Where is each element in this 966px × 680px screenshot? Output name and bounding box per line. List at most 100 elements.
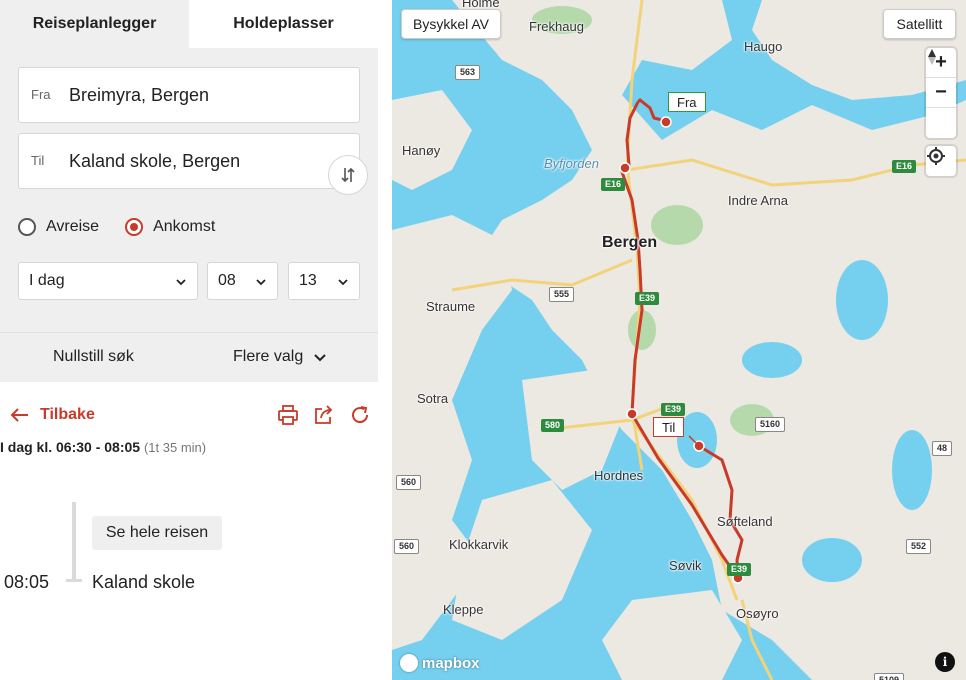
date-select-value: I dag	[29, 272, 65, 289]
trip-summary: I dag kl. 06:30 - 08:05 (1t 35 min)	[0, 439, 206, 455]
arrow-left-icon	[10, 408, 28, 422]
trip-duration: (1t 35 min)	[143, 440, 207, 455]
place-frekhaug: Frekhaug	[529, 19, 584, 34]
road-shield: 555	[549, 287, 575, 302]
radio-avreise[interactable]: Avreise	[18, 218, 99, 236]
place-osoyro: Osøyro	[736, 606, 779, 621]
more-options-label: Flere valg	[233, 348, 304, 365]
chevron-down-icon	[314, 354, 326, 362]
back-button[interactable]: Tilbake	[10, 404, 95, 426]
attribution-info-button[interactable]: i	[935, 652, 955, 672]
place-straume: Straume	[426, 299, 476, 314]
trip-summary-time: I dag kl. 06:30 - 08:05	[0, 439, 141, 455]
timeline-end-cap	[66, 579, 82, 582]
compass-icon	[928, 49, 936, 65]
share-button[interactable]	[313, 404, 335, 426]
mapbox-icon	[400, 654, 418, 672]
road-shield: 560	[394, 539, 420, 554]
see-whole-trip-button[interactable]: Se hele reisen	[92, 516, 222, 550]
zoom-controls: + −	[926, 48, 956, 138]
arrival-stop: Kaland skole	[92, 572, 196, 592]
road-shield: 5109	[874, 673, 905, 680]
trip-planner-panel: Reiseplanlegger Holdeplasser Fra Breimyr…	[0, 0, 392, 680]
tab-reiseplanlegger[interactable]: Reiseplanlegger	[0, 0, 189, 48]
swap-arrows-icon	[341, 167, 355, 183]
share-icon	[315, 405, 333, 424]
print-button[interactable]	[277, 404, 299, 426]
lake	[742, 342, 802, 378]
place-hanoy: Hanøy	[402, 143, 441, 158]
radio-ankomst[interactable]: Ankomst	[125, 218, 215, 236]
from-input[interactable]: Breimyra, Bergen	[69, 85, 209, 106]
road-shield: E39	[635, 292, 660, 305]
road-shield: 580	[541, 419, 565, 432]
place-klokkarvik: Klokkarvik	[449, 537, 509, 552]
satellite-toggle-button[interactable]: Satellitt	[883, 9, 956, 39]
tab-holdeplasser[interactable]: Holdeplasser	[189, 0, 378, 48]
back-label: Tilbake	[40, 406, 95, 423]
radio-ankomst-label: Ankomst	[153, 218, 216, 235]
place-bergen: Bergen	[602, 234, 658, 251]
to-marker-label: Til	[653, 417, 685, 437]
print-icon	[278, 405, 298, 425]
forest-area	[651, 205, 703, 245]
refresh-icon	[352, 406, 369, 424]
place-indre-arna: Indre Arna	[728, 193, 788, 208]
radio-ankomst-circle[interactable]	[125, 218, 144, 236]
road-shield: E16	[892, 160, 917, 173]
compass-button[interactable]	[926, 49, 956, 138]
to-input[interactable]: Kaland skole, Bergen	[69, 151, 240, 172]
place-byfjorden: Byfjorden	[544, 156, 599, 171]
geolocate-icon	[927, 147, 945, 165]
road-shield: 552	[906, 539, 932, 554]
chevron-down-icon	[338, 279, 348, 286]
road-shield: 5160	[755, 417, 786, 432]
lake	[892, 430, 932, 510]
road-shield: 563	[455, 65, 481, 80]
lake	[836, 260, 888, 340]
action-bar: Nullstill søk Flere valg	[0, 332, 378, 382]
reset-search-button[interactable]: Nullstill søk	[53, 348, 134, 366]
road-shield: E39	[727, 563, 752, 576]
mapbox-wordmark: mapbox	[422, 654, 480, 672]
route-stop-marker[interactable]	[619, 162, 631, 174]
map-view[interactable]: Holme Frekhaug Haugo Hanøy Byfjorden Ind…	[392, 0, 966, 680]
time-mode-radios: Avreise Ankomst	[18, 216, 241, 238]
hour-select-value: 08	[218, 272, 236, 289]
road-shield: E16	[601, 178, 626, 191]
tab-bar: Reiseplanlegger Holdeplasser	[0, 0, 378, 48]
mapbox-logo[interactable]: mapbox	[400, 652, 480, 674]
route-stop-marker[interactable]	[626, 408, 638, 420]
refresh-button[interactable]	[349, 404, 371, 426]
timeline-line	[72, 502, 76, 582]
arrival-time: 08:05	[4, 572, 50, 592]
hour-select[interactable]: 08	[207, 262, 278, 300]
to-label: Til	[31, 153, 45, 168]
more-options-button[interactable]: Flere valg	[233, 348, 327, 366]
road-shield: 48	[932, 441, 953, 456]
date-select[interactable]: I dag	[18, 262, 198, 300]
geolocate-button[interactable]	[926, 146, 956, 176]
place-haugo: Haugo	[744, 39, 783, 54]
search-form: Fra Breimyra, Bergen Til Kaland skole, B…	[0, 48, 378, 332]
from-label: Fra	[31, 87, 51, 102]
road-shield: 560	[396, 475, 422, 490]
place-kleppe: Kleppe	[443, 602, 484, 617]
to-field[interactable]: Til Kaland skole, Bergen	[18, 133, 360, 189]
zoom-out-button[interactable]: −	[926, 78, 956, 108]
minute-select-value: 13	[299, 272, 317, 289]
bike-toggle-button[interactable]: Bysykkel AV	[401, 9, 501, 39]
radio-avreise-circle[interactable]	[18, 218, 36, 236]
place-softeland: Søfteland	[717, 514, 773, 529]
from-marker[interactable]	[660, 116, 672, 128]
place-sotra: Sotra	[417, 391, 449, 406]
swap-locations-button[interactable]	[328, 155, 368, 195]
reset-search-label: Nullstill søk	[53, 348, 134, 365]
road-shield: E39	[661, 403, 686, 416]
minute-select[interactable]: 13	[288, 262, 360, 300]
from-field[interactable]: Fra Breimyra, Bergen	[18, 67, 360, 123]
radio-avreise-label: Avreise	[46, 218, 100, 235]
chevron-down-icon	[256, 279, 266, 286]
lake	[802, 538, 862, 582]
place-sovik: Søvik	[669, 558, 702, 573]
